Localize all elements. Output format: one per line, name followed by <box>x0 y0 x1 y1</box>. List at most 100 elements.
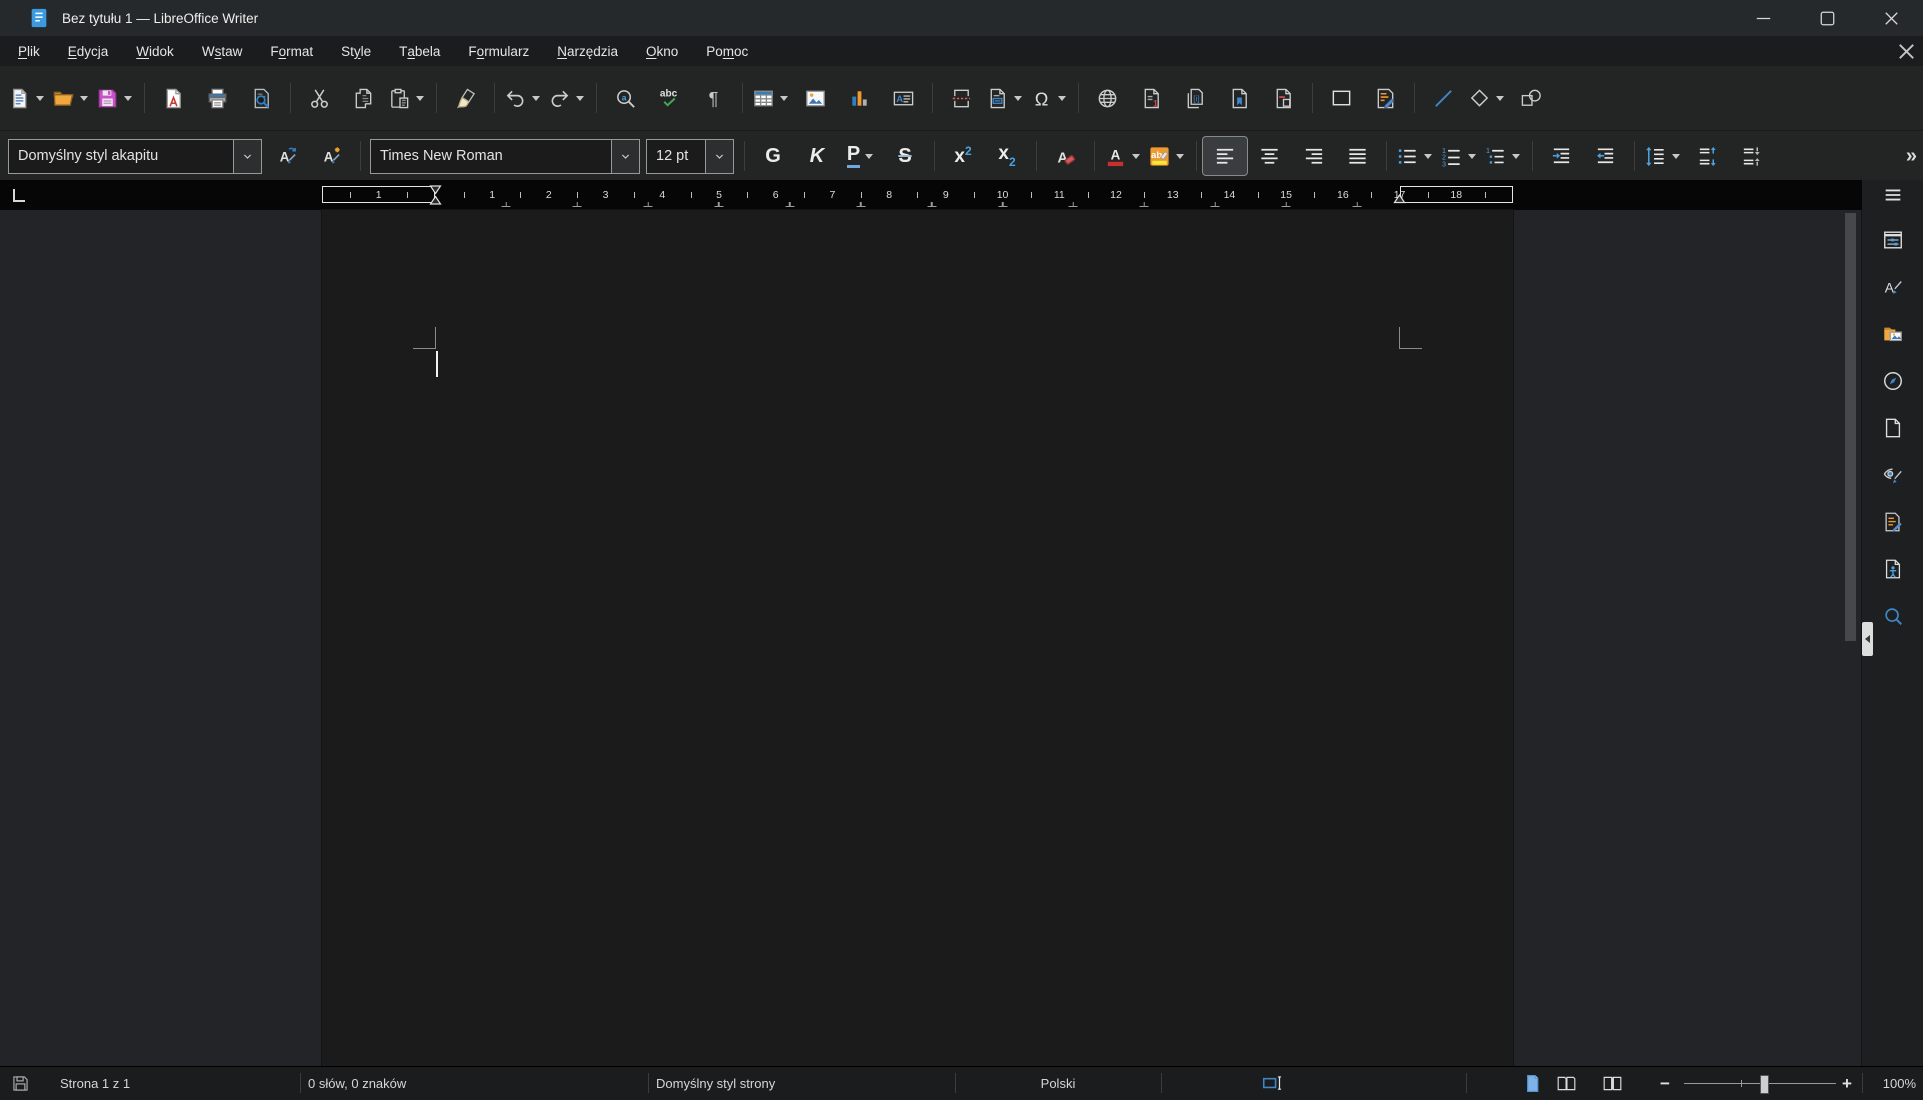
menu-widok[interactable]: Widok <box>122 36 188 66</box>
highlight-color-button[interactable]: ab <box>1145 137 1189 175</box>
tab-properties[interactable] <box>1872 220 1914 260</box>
single-page-view-button[interactable] <box>1522 1067 1543 1100</box>
dropdown-arrow-icon[interactable] <box>124 96 132 101</box>
dropdown-arrow-icon[interactable] <box>1176 154 1184 159</box>
find-replace-button[interactable]: a <box>603 77 647 119</box>
dropdown-arrow-icon[interactable] <box>1496 96 1504 101</box>
superscript-button[interactable]: x2 <box>941 137 985 175</box>
update-style-button[interactable]: A <box>265 137 309 175</box>
decrease-paragraph-spacing-button[interactable] <box>1729 137 1773 175</box>
dropdown-arrow-icon[interactable] <box>1058 96 1066 101</box>
italic-button[interactable]: K <box>795 137 839 175</box>
menu-edycja[interactable]: Edycja <box>54 36 123 66</box>
dropdown-arrow-icon[interactable] <box>36 96 44 101</box>
cut-button[interactable] <box>297 77 341 119</box>
document-page[interactable] <box>322 210 1513 1067</box>
dropdown-arrow-icon[interactable] <box>576 96 584 101</box>
zoom-in-button[interactable]: + <box>1842 1067 1852 1100</box>
formatting-marks-button[interactable]: ¶ <box>691 77 735 119</box>
track-changes-button[interactable] <box>1363 77 1407 119</box>
chevron-down-icon[interactable] <box>705 140 733 173</box>
save-button[interactable] <box>93 77 137 119</box>
tab-style-inspector[interactable] <box>1872 455 1914 495</box>
menu-formularz[interactable]: Formularz <box>454 36 543 66</box>
zoom-level-status[interactable]: 100% <box>1868 1067 1916 1100</box>
tab-page[interactable] <box>1872 408 1914 448</box>
insert-line-button[interactable] <box>1421 77 1465 119</box>
bullet-list-button[interactable] <box>1393 137 1437 175</box>
cross-reference-button[interactable] <box>1261 77 1305 119</box>
minimize-button[interactable] <box>1731 0 1795 36</box>
language-status[interactable]: Polski <box>955 1067 1161 1100</box>
insert-textbox-button[interactable]: A <box>881 77 925 119</box>
clone-formatting-button[interactable] <box>443 77 487 119</box>
endnote-button[interactable]: [i] <box>1173 77 1217 119</box>
comment-button[interactable] <box>1319 77 1363 119</box>
tab-accessibility-check[interactable] <box>1872 549 1914 589</box>
page-style-status[interactable]: Domyślny styl strony <box>656 1067 775 1100</box>
dropdown-arrow-icon[interactable] <box>1512 154 1520 159</box>
menu-style[interactable]: Style <box>327 36 385 66</box>
menu-plik[interactable]: Plik <box>4 36 54 66</box>
underline-button[interactable]: P <box>839 137 883 175</box>
insert-field-button[interactable] <box>983 77 1027 119</box>
new-document-button[interactable] <box>5 77 49 119</box>
dropdown-arrow-icon[interactable] <box>1424 154 1432 159</box>
chevron-down-icon[interactable] <box>611 140 639 173</box>
redo-button[interactable] <box>545 77 589 119</box>
menu-wstaw[interactable]: Wstaw <box>188 36 257 66</box>
draw-functions-button[interactable] <box>1509 77 1553 119</box>
numbered-list-button[interactable]: 123 <box>1437 137 1481 175</box>
tab-find[interactable] <box>1872 596 1914 636</box>
menu-pomoc[interactable]: Pomoc <box>692 36 762 66</box>
indent-markers[interactable] <box>429 184 442 206</box>
dropdown-arrow-icon[interactable] <box>780 96 788 101</box>
line-spacing-button[interactable] <box>1641 137 1685 175</box>
justify-button[interactable] <box>1335 137 1379 175</box>
toolbar-overflow-button[interactable]: » <box>1906 131 1915 181</box>
close-document-button[interactable] <box>1895 40 1917 62</box>
insert-table-button[interactable] <box>749 77 793 119</box>
export-pdf-button[interactable] <box>151 77 195 119</box>
right-indent-marker[interactable] <box>1393 193 1406 204</box>
dropdown-arrow-icon[interactable] <box>532 96 540 101</box>
open-button[interactable] <box>49 77 93 119</box>
special-character-button[interactable]: Ω <box>1027 77 1071 119</box>
tab-gallery[interactable] <box>1872 314 1914 354</box>
multi-page-view-button[interactable] <box>1556 1067 1577 1100</box>
clear-formatting-button[interactable]: A <box>1043 137 1087 175</box>
tab-manage-changes[interactable] <box>1872 502 1914 542</box>
paragraph-style-select[interactable]: Domyślny styl akapitu <box>8 139 262 174</box>
subscript-button[interactable]: x2 <box>985 137 1029 175</box>
menu-format[interactable]: Format <box>256 36 327 66</box>
zoom-slider-thumb[interactable] <box>1760 1075 1769 1094</box>
vertical-scrollbar-thumb[interactable] <box>1845 213 1856 641</box>
zoom-slider[interactable] <box>1684 1083 1836 1084</box>
outline-list-button[interactable]: 1 <box>1481 137 1525 175</box>
chevron-down-icon[interactable] <box>233 140 261 173</box>
align-right-button[interactable] <box>1291 137 1335 175</box>
dropdown-arrow-icon[interactable] <box>416 96 424 101</box>
book-view-button[interactable] <box>1602 1067 1623 1100</box>
increase-indent-button[interactable] <box>1539 137 1583 175</box>
align-left-button[interactable] <box>1203 137 1247 175</box>
dropdown-arrow-icon[interactable] <box>1672 154 1680 159</box>
dropdown-arrow-icon[interactable] <box>1132 154 1140 159</box>
save-status-indicator[interactable] <box>10 1067 31 1100</box>
decrease-indent-button[interactable] <box>1583 137 1627 175</box>
insert-chart-button[interactable] <box>837 77 881 119</box>
print-preview-button[interactable] <box>239 77 283 119</box>
sidebar-collapse-handle[interactable] <box>1862 622 1873 656</box>
font-size-select[interactable]: 12 pt <box>646 139 734 174</box>
tab-navigator[interactable] <box>1872 361 1914 401</box>
footnote-button[interactable]: 1 <box>1129 77 1173 119</box>
copy-button[interactable] <box>341 77 385 119</box>
sidebar-settings-button[interactable] <box>1882 184 1904 206</box>
word-count-status[interactable]: 0 słów, 0 znaków <box>308 1067 406 1100</box>
page-number-status[interactable]: Strona 1 z 1 <box>60 1067 130 1100</box>
dropdown-arrow-icon[interactable] <box>1014 96 1022 101</box>
font-color-button[interactable]: A <box>1101 137 1145 175</box>
bookmark-button[interactable] <box>1217 77 1261 119</box>
menu-okno[interactable]: Okno <box>632 36 692 66</box>
bold-button[interactable]: G <box>751 137 795 175</box>
